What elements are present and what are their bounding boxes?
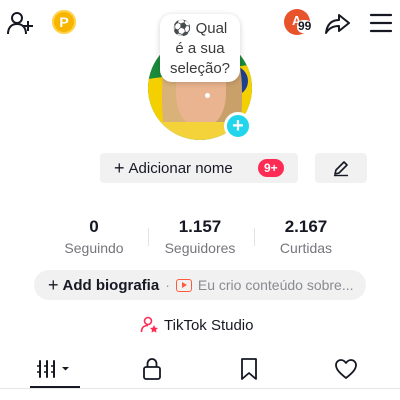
add-bio-label: Add biografia [62,276,160,294]
bubble-tail [205,93,210,98]
tab-liked[interactable] [296,350,396,388]
add-name-plus: + [114,157,125,178]
stat-label: Seguidores [164,240,236,256]
tab-private[interactable] [102,350,202,388]
question-bubble[interactable]: ⚽ Qual é a sua seleção? [160,14,240,82]
bio-hint: Eu crio conteúdo sobre... [197,277,354,293]
tabs-divider [0,388,400,389]
add-user-icon[interactable] [6,9,34,37]
stat-label: Seguindo [64,240,124,256]
add-photo-button[interactable]: + [224,112,252,140]
stat-following[interactable]: 0 Seguindo [40,216,148,258]
share-icon[interactable] [324,9,352,37]
tab-favorites[interactable] [199,350,299,388]
pencil-icon [334,161,348,177]
stat-likes[interactable]: 2.167 Curtidas [252,216,360,258]
add-name-label: Adicionar nome [128,159,233,177]
stat-value: 0 [89,217,99,236]
coin-icon[interactable]: P [52,10,76,34]
lock-icon [143,358,161,380]
studio-user-icon [140,316,158,333]
video-play-icon [175,278,192,292]
stat-value: 1.157 [178,217,222,236]
tab-videos[interactable] [5,350,105,388]
notification-count: 99 [297,19,313,33]
stat-followers[interactable]: 1.157 Seguidores [146,216,254,258]
add-name-button[interactable]: + Adicionar nome 9+ [100,153,298,183]
stat-value: 2.167 [284,217,328,236]
stat-label: Curtidas [279,240,333,256]
edit-profile-button[interactable] [315,153,367,183]
bookmark-icon [241,358,257,380]
coin-label: P [59,14,69,30]
bio-separator: · [165,277,170,293]
profile-tabs [0,350,400,390]
grid-icon [37,360,69,378]
bio-row[interactable]: + Add biografia · Eu crio conteúdo sobre… [34,270,366,300]
profile-stats: 0 Seguindo 1.157 Seguidores 2.167 Curtid… [40,216,360,260]
question-bubble-text: ⚽ Qual é a sua seleção? [169,20,231,77]
studio-label: TikTok Studio [164,316,254,334]
tiktok-studio-link[interactable]: TikTok Studio [140,314,253,336]
menu-icon[interactable] [368,10,394,36]
add-name-badge: 9+ [258,159,284,177]
heart-icon [335,359,357,379]
add-bio-plus: + [48,274,59,295]
